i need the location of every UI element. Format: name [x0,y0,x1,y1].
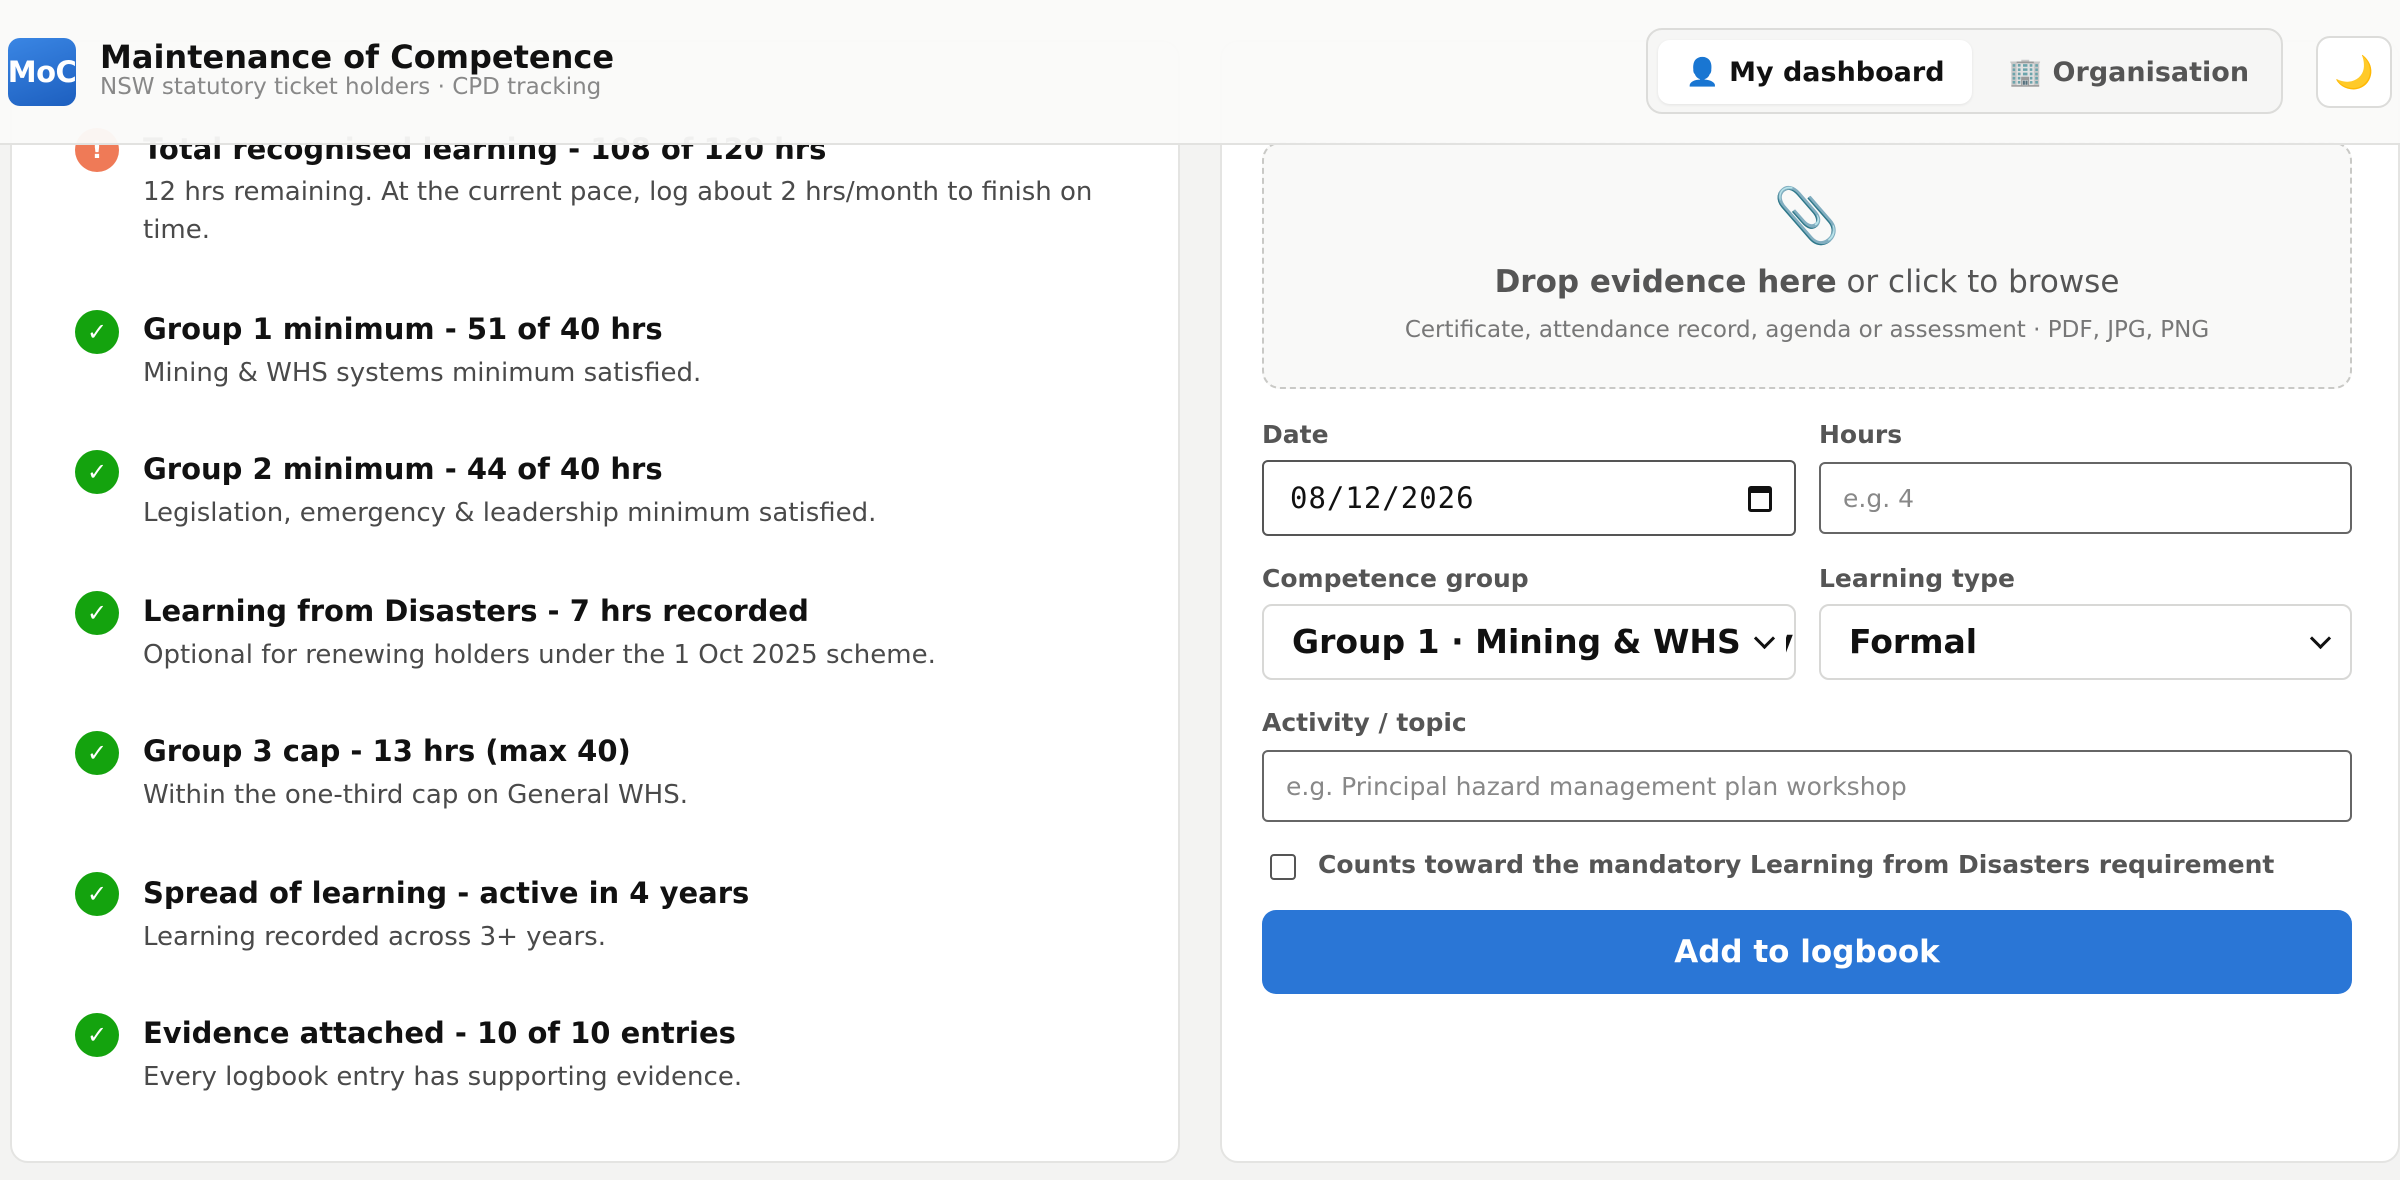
chevron-down-icon [2298,606,2342,678]
tab-my-dashboard[interactable]: 👤 My dashboard [1658,40,1972,104]
check-ok-icon: ✓ [75,591,119,635]
learning-type-label: Learning type [1819,564,2015,593]
check-title-group1: Group 1 minimum - 51 of 40 hrs [143,312,663,346]
tab-organisation[interactable]: 🏢 Organisation [1984,40,2274,104]
check-ok-icon: ✓ [75,310,119,354]
paperclip-icon: 📎 [1773,184,1841,247]
competence-group-value: Group 1 · Mining & WHS sy [1292,622,1794,661]
check-desc-group1: Mining & WHS systems minimum satisfied. [143,358,702,388]
activity-input[interactable] [1262,750,2352,822]
check-ok-icon: ✓ [75,872,119,916]
check-title-disasters: Learning from Disasters - 7 hrs recorded [143,594,809,628]
tab-my-dashboard-label: My dashboard [1729,56,1945,88]
date-label: Date [1262,420,1329,449]
add-to-logbook-button[interactable]: Add to logbook [1262,910,2352,994]
moon-icon: 🌙 [2334,53,2374,91]
evidence-dropzone[interactable]: 📎 Drop evidence here or click to browse … [1262,142,2352,389]
learning-type-value: Formal [1849,622,1978,661]
app-subtitle: NSW statutory ticket holders · CPD track… [100,74,602,100]
check-title-group3: Group 3 cap - 13 hrs (max 40) [143,734,631,768]
check-desc-group3: Within the one-third cap on General WHS. [143,780,688,810]
check-ok-icon: ✓ [75,731,119,775]
dropzone-prompt: Drop evidence here or click to browse [1494,264,2120,300]
check-desc-spread: Learning recorded across 3+ years. [143,922,606,952]
check-ok-icon: ✓ [75,450,119,494]
competence-group-label: Competence group [1262,564,1529,593]
tab-organisation-label: Organisation [2052,56,2250,88]
calendar-icon[interactable] [1748,486,1772,512]
date-value: 08/12/2026 [1290,481,1475,515]
building-icon: 🏢 [2008,57,2043,88]
app-header: MoC Maintenance of Competence NSW statut… [0,0,2400,145]
dark-mode-toggle[interactable]: 🌙 [2316,36,2392,108]
app-logo: MoC [8,38,76,106]
date-field[interactable]: 08/12/2026 [1262,460,1796,536]
check-ok-icon: ✓ [75,1013,119,1057]
dropzone-hint: Certificate, attendance record, agenda o… [1404,317,2210,343]
hours-input[interactable] [1819,462,2352,534]
disasters-checkbox-label[interactable]: Counts toward the mandatory Learning fro… [1318,850,2274,879]
competence-group-select[interactable]: Group 1 · Mining & WHS sy [1262,604,1796,680]
hours-label: Hours [1819,420,1903,449]
log-learning-card: 📎 Drop evidence here or click to browse … [1220,40,2400,1163]
view-switcher: 👤 My dashboard 🏢 Organisation [1646,28,2283,114]
check-desc-group2: Legislation, emergency & leadership mini… [143,498,877,528]
check-desc-evidence: Every logbook entry has supporting evide… [143,1062,743,1092]
chevron-down-icon [1742,606,1786,678]
check-desc-total-learning: 12 hrs remaining. At the current pace, l… [143,177,1093,245]
activity-label: Activity / topic [1262,708,1467,737]
check-title-group2: Group 2 minimum - 44 of 40 hrs [143,452,663,486]
disasters-checkbox[interactable] [1270,854,1296,880]
check-title-spread: Spread of learning - active in 4 years [143,876,750,910]
check-title-evidence: Evidence attached - 10 of 10 entries [143,1016,736,1050]
compliance-checks-card: ! Total recognised learning - 108 of 120… [10,40,1180,1163]
app-title: Maintenance of Competence [100,38,615,76]
person-icon: 👤 [1685,57,1720,88]
learning-type-select[interactable]: Formal [1819,604,2352,680]
check-desc-disasters: Optional for renewing holders under the … [143,640,936,670]
